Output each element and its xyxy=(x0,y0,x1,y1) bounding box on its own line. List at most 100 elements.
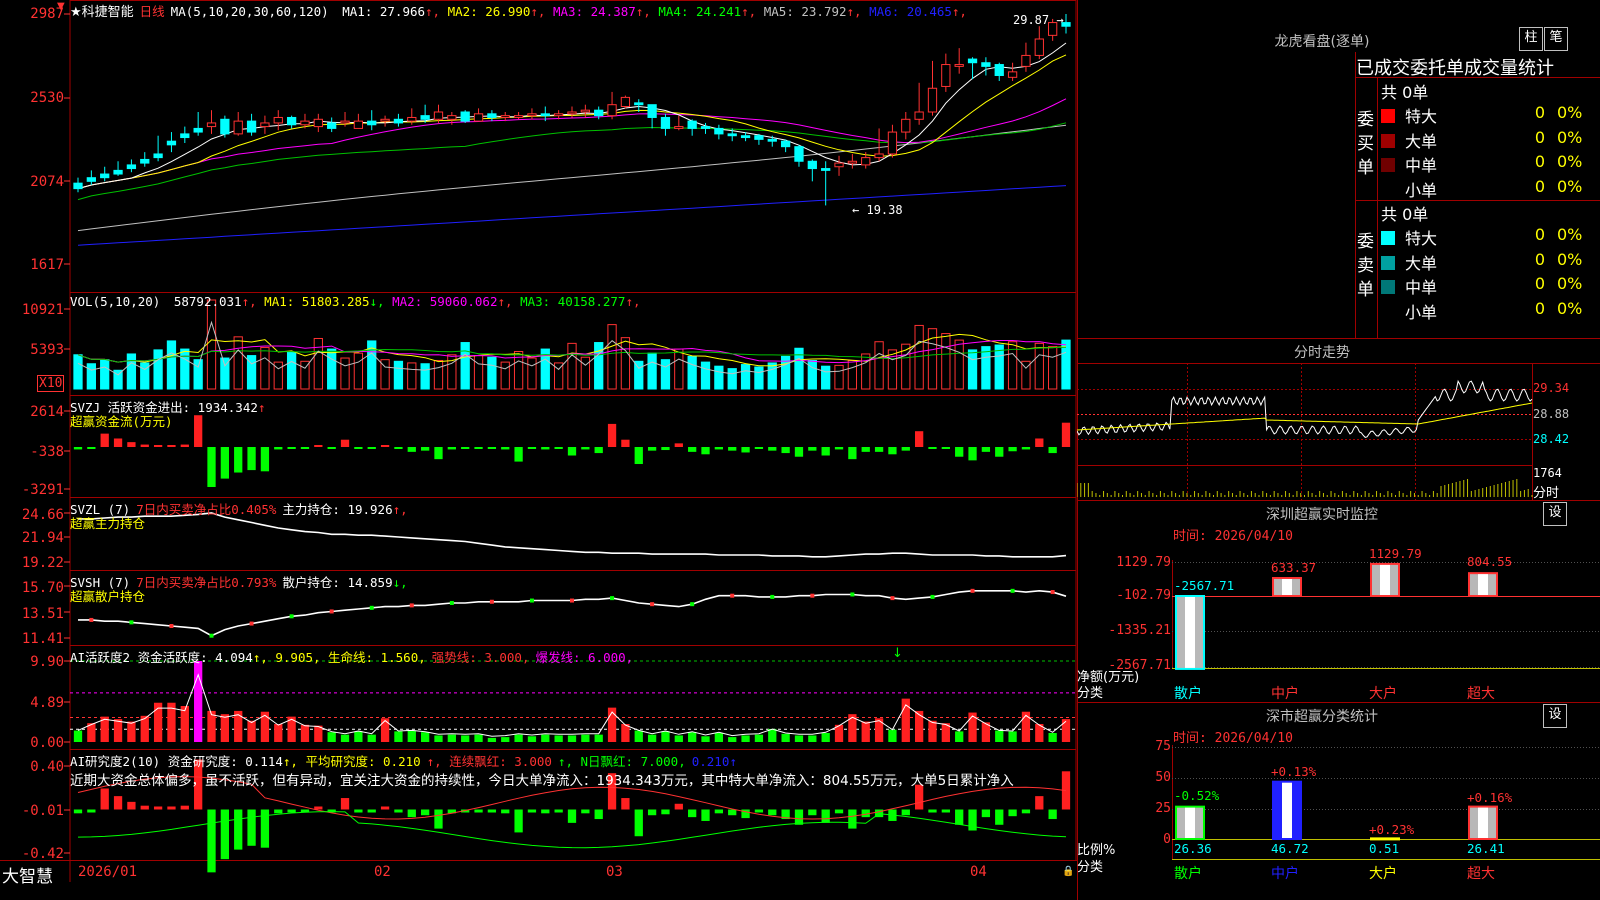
svsh-sub: 超赢散户持仓 xyxy=(70,589,146,604)
volume-bar-29 xyxy=(460,342,470,390)
sell-pct: 0% xyxy=(1557,274,1583,293)
ai-active-bar-17 xyxy=(300,724,310,742)
ai-active-bar-38 xyxy=(581,734,590,742)
ai-active-bar-32 xyxy=(501,737,510,742)
svzj-bar-27 xyxy=(434,447,443,460)
main-chart-svg[interactable] xyxy=(0,0,1077,882)
svzj-arrow: ↑ xyxy=(257,400,266,415)
svzj-bar-72 xyxy=(1035,438,1044,447)
ai-research-header: AI研究度2(10) 资金研究度: 0.114↑, 平均研究度: 0.210 ↑,… xyxy=(70,751,743,770)
candle-body-24 xyxy=(393,118,404,124)
sell-name: 特大 xyxy=(1405,229,1438,248)
volume-bar-6 xyxy=(153,349,163,390)
ai-active-bar-3 xyxy=(113,719,123,742)
svzl-axis-0: 24.66 xyxy=(21,507,64,523)
svsh-axis-2: 11.41 xyxy=(21,631,64,647)
ai-research-bar-68 xyxy=(981,809,991,818)
volume-header: VOL(5,10,20) 58792.031↑, MA1: 51803.285↓… xyxy=(70,294,647,309)
volume-unit-badge[interactable]: X10 xyxy=(37,375,65,392)
svzj-bar-13 xyxy=(247,447,256,471)
svsh-line xyxy=(78,589,1067,637)
volume-bar-63 xyxy=(914,324,924,390)
monitor-cat: 分类 xyxy=(1077,686,1104,701)
svzj-bar-19 xyxy=(327,447,336,449)
volume-bar-21 xyxy=(353,352,364,390)
ai-active-bar-27 xyxy=(434,735,443,742)
candle-body-4 xyxy=(126,164,137,170)
volume-bar-2 xyxy=(100,359,110,390)
candle-body-72 xyxy=(1034,38,1044,56)
ai-active-strong: 强势线: 3.000, xyxy=(431,650,530,665)
volume-bar-18 xyxy=(313,337,323,390)
monitor-settings-button[interactable]: 设 xyxy=(1543,502,1567,526)
svzj-bar-52 xyxy=(768,447,777,451)
stat-val-3: 26.41 xyxy=(1467,841,1505,856)
svzj-bar-53 xyxy=(781,447,790,454)
ai-active-header: AI活跃度2 资金活跃度: 4.094↑, 9.905, 生命线: 1.560,… xyxy=(70,647,639,666)
stat-settings-button[interactable]: 设 xyxy=(1543,704,1567,728)
sell-pct: 0% xyxy=(1557,249,1583,269)
svsh-marker-7 xyxy=(169,624,174,628)
sell-count: 0 xyxy=(1534,225,1545,244)
candle-body-48 xyxy=(714,127,724,135)
svsh-axis-0: 15.70 xyxy=(21,580,64,596)
ai-active-bar-0 xyxy=(73,730,83,742)
buy-row: 中单 0 0% xyxy=(1381,152,1600,176)
svzj-bar-59 xyxy=(861,447,870,452)
svzj-bar-37 xyxy=(567,447,577,456)
stat-pct-1: +0.13% xyxy=(1271,764,1317,779)
candle-body-51 xyxy=(754,135,764,140)
sell-name: 小单 xyxy=(1405,302,1438,322)
stat-bar-2 xyxy=(1370,837,1400,841)
bar-mode-button[interactable]: 柱 xyxy=(1519,27,1543,51)
svzj-bar-7 xyxy=(167,445,176,447)
volume-bar-49 xyxy=(727,368,737,390)
stat-axis-2: 25 xyxy=(1155,801,1171,816)
volume-bar-45 xyxy=(674,348,684,390)
monitor-axis-0: 1129.79 xyxy=(1116,555,1171,570)
volume-bar-69 xyxy=(994,344,1004,390)
candle-body-65 xyxy=(941,64,951,87)
ai-active-bar-11 xyxy=(220,714,230,742)
svzl-pct: 7日内买卖净占比0.405% xyxy=(136,502,277,517)
svzj-bar-35 xyxy=(541,447,550,450)
monitor-val-0: -2567.71 xyxy=(1174,578,1235,593)
volume-bar-0 xyxy=(73,354,83,390)
minute-axis-1: 28.88 xyxy=(1533,407,1570,421)
candle-body-11 xyxy=(220,118,230,135)
candle-body-41 xyxy=(620,96,631,108)
svzj-bar-6 xyxy=(153,445,163,447)
ai-active-bar-66 xyxy=(955,731,964,742)
svzj-bar-38 xyxy=(581,447,590,450)
ai-research-bar-36 xyxy=(554,809,563,813)
svsh-marker-10 xyxy=(209,633,214,638)
period-label[interactable]: 日线 xyxy=(140,4,165,19)
ai-research-bar-26 xyxy=(420,809,430,816)
ai-research-bar-22 xyxy=(367,809,376,813)
stock-name[interactable]: ★科捷智能 xyxy=(70,5,134,20)
ai-active-bar-19 xyxy=(327,732,336,742)
stats-tabs-text[interactable]: 已成交委托单成交量统计 xyxy=(1356,54,1600,80)
candle-body-28 xyxy=(447,115,457,120)
main-chart-area[interactable]: ★科捷智能 日线 MA(5,10,20,30,60,120) MA1: 27.966… xyxy=(0,0,1077,887)
pen-mode-button[interactable]: 笔 xyxy=(1544,27,1568,51)
ai-research-bar-24 xyxy=(394,809,403,813)
volume-bar-8 xyxy=(180,348,190,390)
ai-active-bar-69 xyxy=(995,730,1004,742)
ai-research-bar-30 xyxy=(474,809,483,813)
vol-arrow-2: ↓, xyxy=(369,294,385,309)
svzj-bar-2 xyxy=(100,433,109,447)
ai-research-bar-20 xyxy=(340,798,350,810)
stat-pct-0: -0.52% xyxy=(1174,788,1220,803)
lock-icon[interactable]: 🔒 xyxy=(1062,866,1074,877)
high-marker: 29.87 → xyxy=(1013,13,1064,27)
ai-research-bar-62 xyxy=(901,809,910,816)
candle-body-33 xyxy=(513,115,524,118)
volume-bar-41 xyxy=(620,337,631,390)
svzj-bar-21 xyxy=(354,447,363,449)
svzj-bar-11 xyxy=(220,447,230,479)
candle-body-47 xyxy=(700,126,711,129)
volume-bar-30 xyxy=(473,355,484,390)
volume-bar-46 xyxy=(687,355,697,390)
candle-body-18 xyxy=(313,118,323,128)
